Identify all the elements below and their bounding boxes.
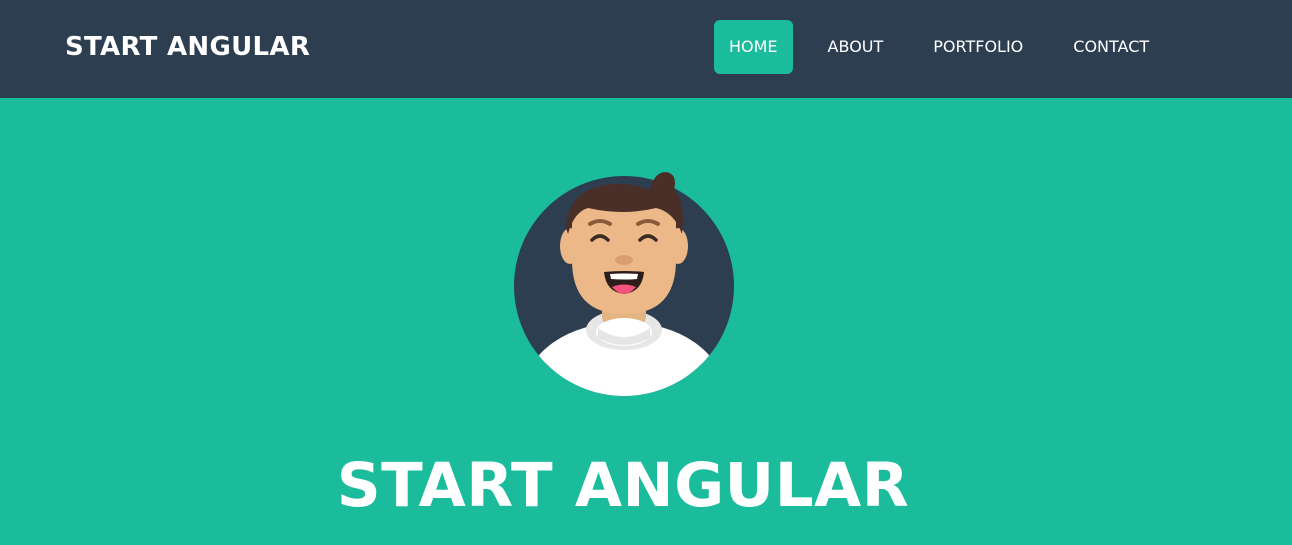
navbar: START ANGULAR HOME ABOUT PORTFOLIO CONTA…: [0, 0, 1292, 98]
nav-link-portfolio[interactable]: PORTFOLIO: [933, 20, 1023, 74]
main-nav: HOME ABOUT PORTFOLIO CONTACT: [714, 20, 1149, 74]
nav-item-contact: CONTACT: [1023, 20, 1149, 74]
nav-link-home[interactable]: HOME: [714, 20, 793, 74]
smiling-man-avatar-icon: [514, 172, 734, 396]
hero-section: START ANGULAR: [0, 98, 1292, 545]
nav-item-home: HOME: [714, 20, 793, 74]
nav-item-portfolio: PORTFOLIO: [883, 20, 1023, 74]
nav-link-contact[interactable]: CONTACT: [1073, 20, 1149, 74]
nav-link-about[interactable]: ABOUT: [828, 20, 884, 74]
hero-title: START ANGULAR: [336, 450, 910, 521]
brand-link[interactable]: START ANGULAR: [65, 29, 310, 65]
nav-item-about: ABOUT: [793, 20, 884, 74]
